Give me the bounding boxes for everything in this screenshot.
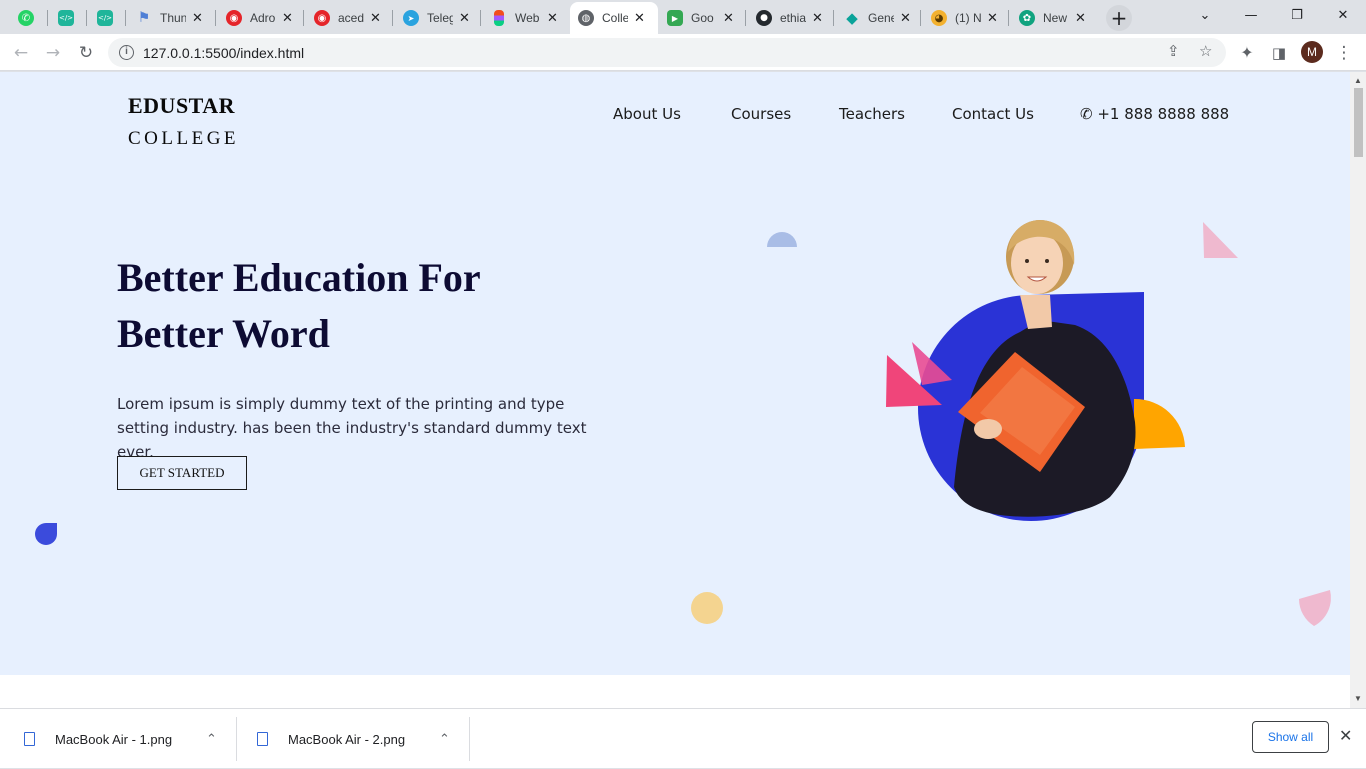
triangle-shape bbox=[1203, 222, 1238, 258]
new-tab-button[interactable]: + bbox=[1106, 5, 1132, 31]
download-shelf: MacBook Air - 1.png ⌃ MacBook Air - 2.pn… bbox=[0, 708, 1366, 768]
close-tab-icon[interactable]: ✕ bbox=[547, 11, 558, 26]
meet-icon: ▶ bbox=[667, 10, 683, 26]
extensions-icon[interactable]: ✦ bbox=[1234, 40, 1260, 66]
compass-icon: ◉ bbox=[314, 10, 330, 26]
semicircle-shape bbox=[767, 232, 797, 247]
tab-code-2[interactable]: </> bbox=[89, 2, 129, 34]
globe-icon: ◍ bbox=[578, 10, 594, 26]
download-item-2[interactable]: MacBook Air - 2.png ⌃ bbox=[257, 709, 467, 769]
whatsapp-icon: ✆ bbox=[18, 10, 34, 26]
file-icon bbox=[24, 732, 35, 746]
scroll-up-arrow-icon[interactable]: ▲ bbox=[1354, 76, 1362, 85]
show-all-button[interactable]: Show all bbox=[1252, 721, 1329, 753]
figma-icon bbox=[494, 10, 504, 26]
tab-whatsapp[interactable]: ✆ bbox=[10, 2, 50, 34]
github-icon: ● bbox=[756, 10, 772, 26]
tab-active-college[interactable]: ◍ Colle ✕ bbox=[570, 2, 658, 34]
tab-4[interactable]: ◉ Adro ✕ bbox=[218, 2, 304, 34]
restore-button[interactable]: ❐ bbox=[1274, 4, 1320, 28]
tab-strip: ✆ </> </> ⚑ Thun ✕ ◉ Adro ✕ ◉ aced ✕ ➤ Tele… bbox=[0, 0, 1366, 34]
close-tab-icon[interactable]: ✕ bbox=[192, 11, 203, 26]
tab-9[interactable]: ▶ Goo ✕ bbox=[659, 2, 745, 34]
address-bar[interactable]: i 127.0.0.1:5500/index.html ⇪ ☆ bbox=[108, 38, 1226, 67]
download-item-1[interactable]: MacBook Air - 1.png ⌃ bbox=[24, 709, 234, 769]
code-icon: </> bbox=[97, 10, 113, 26]
menu-kebab-icon[interactable]: ⋮ bbox=[1331, 40, 1357, 66]
bookmark-star-icon[interactable]: ☆ bbox=[1199, 42, 1212, 60]
tab-code-1[interactable]: </> bbox=[50, 2, 90, 34]
tab-11[interactable]: ◆ Gene✕ bbox=[836, 2, 922, 34]
tab-12[interactable]: ◕ (1) N ✕ bbox=[923, 2, 1009, 34]
hero-student-illustration bbox=[886, 220, 1185, 521]
reload-icon[interactable]: ↻ bbox=[73, 40, 99, 66]
drop-shape bbox=[35, 523, 57, 545]
flag-icon: ⚑ bbox=[137, 10, 151, 26]
close-tab-icon[interactable]: ✕ bbox=[987, 11, 998, 26]
chevron-up-icon[interactable]: ⌃ bbox=[206, 732, 217, 747]
side-panel-icon[interactable]: ◨ bbox=[1266, 40, 1292, 66]
close-tab-icon[interactable]: ✕ bbox=[900, 11, 911, 26]
browser-toolbar: ← → ↻ i 127.0.0.1:5500/index.html ⇪ ☆ ✦ … bbox=[0, 34, 1366, 71]
scroll-down-arrow-icon[interactable]: ▼ bbox=[1354, 694, 1362, 703]
forward-icon[interactable]: → bbox=[40, 40, 66, 66]
tab-search-icon[interactable]: ⌄ bbox=[1182, 4, 1228, 28]
minimize-button[interactable]: — bbox=[1228, 4, 1274, 28]
close-tab-icon[interactable]: ✕ bbox=[723, 11, 734, 26]
tab-3[interactable]: ⚑ Thun ✕ bbox=[128, 2, 214, 34]
page-viewport: EDUSTAR COLLEGE About Us Courses Teacher… bbox=[0, 72, 1350, 708]
scrollbar-thumb[interactable] bbox=[1354, 88, 1363, 157]
close-tab-icon[interactable]: ✕ bbox=[812, 11, 823, 26]
close-tab-icon[interactable]: ✕ bbox=[1075, 11, 1086, 26]
page-scrollbar[interactable]: ▲ ▼ bbox=[1350, 72, 1366, 708]
close-tab-icon[interactable]: ✕ bbox=[634, 11, 645, 26]
back-icon[interactable]: ← bbox=[8, 40, 34, 66]
close-tab-icon[interactable]: ✕ bbox=[370, 11, 381, 26]
chevron-up-icon[interactable]: ⌃ bbox=[439, 732, 450, 747]
cat-icon: ◕ bbox=[931, 10, 947, 26]
download-filename: MacBook Air - 2.png bbox=[288, 731, 406, 747]
tab-7[interactable]: Web ✕ bbox=[483, 2, 569, 34]
compass-icon: ◉ bbox=[226, 10, 242, 26]
tab-10[interactable]: ● ethia ✕ bbox=[748, 2, 834, 34]
download-filename: MacBook Air - 1.png bbox=[55, 731, 173, 747]
tab-6[interactable]: ➤ Teleg ✕ bbox=[395, 2, 481, 34]
tab-5[interactable]: ◉ aced ✕ bbox=[306, 2, 392, 34]
file-icon bbox=[257, 732, 268, 746]
close-window-button[interactable]: ✕ bbox=[1320, 4, 1366, 28]
tab-13[interactable]: ✿ New ✕ bbox=[1011, 2, 1097, 34]
url-text[interactable]: 127.0.0.1:5500/index.html bbox=[143, 45, 304, 61]
close-tab-icon[interactable]: ✕ bbox=[459, 11, 470, 26]
hero-section: EDUSTAR COLLEGE About Us Courses Teacher… bbox=[0, 72, 1350, 675]
circle-shape bbox=[691, 592, 723, 624]
quarter-shape bbox=[1299, 590, 1331, 626]
share-icon[interactable]: ⇪ bbox=[1167, 42, 1180, 60]
diamond-icon: ◆ bbox=[846, 9, 858, 27]
close-shelf-icon[interactable]: ✕ bbox=[1339, 726, 1352, 745]
close-tab-icon[interactable]: ✕ bbox=[282, 11, 293, 26]
code-icon: </> bbox=[58, 10, 74, 26]
profile-avatar[interactable]: M bbox=[1301, 41, 1323, 63]
site-info-icon[interactable]: i bbox=[119, 45, 134, 60]
openai-icon: ✿ bbox=[1019, 10, 1035, 26]
telegram-icon: ➤ bbox=[403, 10, 419, 26]
